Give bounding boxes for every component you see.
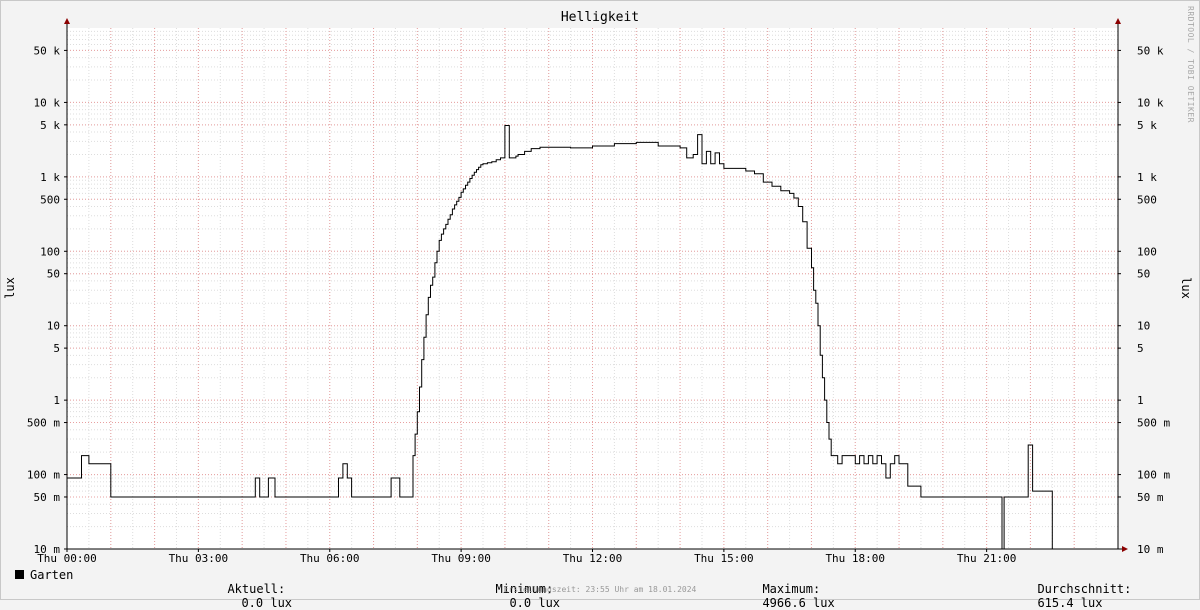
y-tick-label-left: 5 (53, 342, 60, 355)
y-tick-label-left: 50 (47, 268, 60, 281)
y-tick-label-right: 5 k (1137, 119, 1157, 132)
y-axis-arrow-left (64, 18, 70, 24)
y-tick-label-right: 1 k (1137, 171, 1157, 184)
y-tick-label-left: 5 k (40, 119, 60, 132)
chart-svg: 10 m 50 m 100 m 500 m 1 5 10 50 100 500 1 k 5 k 10 k… (3, 18, 1193, 565)
y-tick-label-right: 1 (1137, 394, 1144, 407)
y-tick-label-left: 500 (40, 193, 60, 206)
maximum-value: 4966.6 lux (762, 596, 835, 610)
y-tick-label-left: 1 k (40, 171, 60, 184)
x-tick-label: Thu 21:00 (957, 552, 1017, 565)
x-tick-label: Thu 15:00 (694, 552, 754, 565)
y-tick-label-left: 50 k (34, 44, 61, 57)
y-tick-label-right: 5 (1137, 342, 1144, 355)
legend-series-name: Garten (30, 568, 74, 582)
legend-swatch (15, 570, 24, 579)
y-tick-label-left: 50 m (34, 491, 61, 504)
x-tick-label: Thu 06:00 (300, 552, 360, 565)
y-tick-label-left: 100 (40, 245, 60, 258)
y-axis-right: 10 m 50 m 100 m 500 m 1 5 10 50 100 500 1 k 5 k 10 k… (1118, 44, 1170, 556)
x-axis-arrow (1122, 546, 1128, 552)
y-tick-label-left: 10 k (34, 96, 61, 109)
y-axis-label-right: lux (1179, 277, 1193, 299)
x-tick-label: Thu 03:00 (169, 552, 229, 565)
x-axis: Thu 00:00 Thu 03:00 Thu 06:00 Thu 09:00 Thu … (37, 549, 1016, 565)
x-tick-label: Thu 12:00 (563, 552, 623, 565)
y-tick-label-right: 500 m (1137, 417, 1170, 430)
current-value: 0.0 lux (241, 596, 293, 610)
y-tick-label-right: 50 k (1137, 44, 1164, 57)
y-tick-label-right: 500 (1137, 193, 1157, 206)
y-tick-label-right: 50 (1137, 268, 1150, 281)
x-tick-label: Thu 18:00 (825, 552, 885, 565)
y-tick-label-right: 10 (1137, 320, 1150, 333)
y-tick-label-left: 500 m (27, 417, 60, 430)
y-axis-left: 10 m50 m100 m500 m1510501005001 k5 k10 k… (27, 44, 67, 556)
y-tick-label-right: 10 m (1137, 543, 1164, 556)
y-tick-label-left: 10 (47, 320, 60, 333)
average-value: 615.4 lux (1037, 596, 1103, 610)
creation-timestamp: Erstellungszeit: 23:55 Uhr am 18.01.2024 (503, 585, 697, 594)
y-axis-arrow-right (1115, 18, 1121, 24)
y-tick-label-right: 50 m (1137, 491, 1164, 504)
y-tick-label-left: 1 (53, 394, 60, 407)
y-tick-label-right: 10 k (1137, 96, 1164, 109)
y-tick-label-left: 100 m (27, 469, 60, 482)
x-tick-label: Thu 00:00 (37, 552, 97, 565)
y-axis-label-left: lux (3, 277, 17, 299)
minimum-value: 0.0 lux (509, 596, 561, 610)
x-tick-label: Thu 09:00 (431, 552, 491, 565)
y-tick-label-right: 100 (1137, 245, 1157, 258)
y-tick-label-right: 100 m (1137, 469, 1170, 482)
